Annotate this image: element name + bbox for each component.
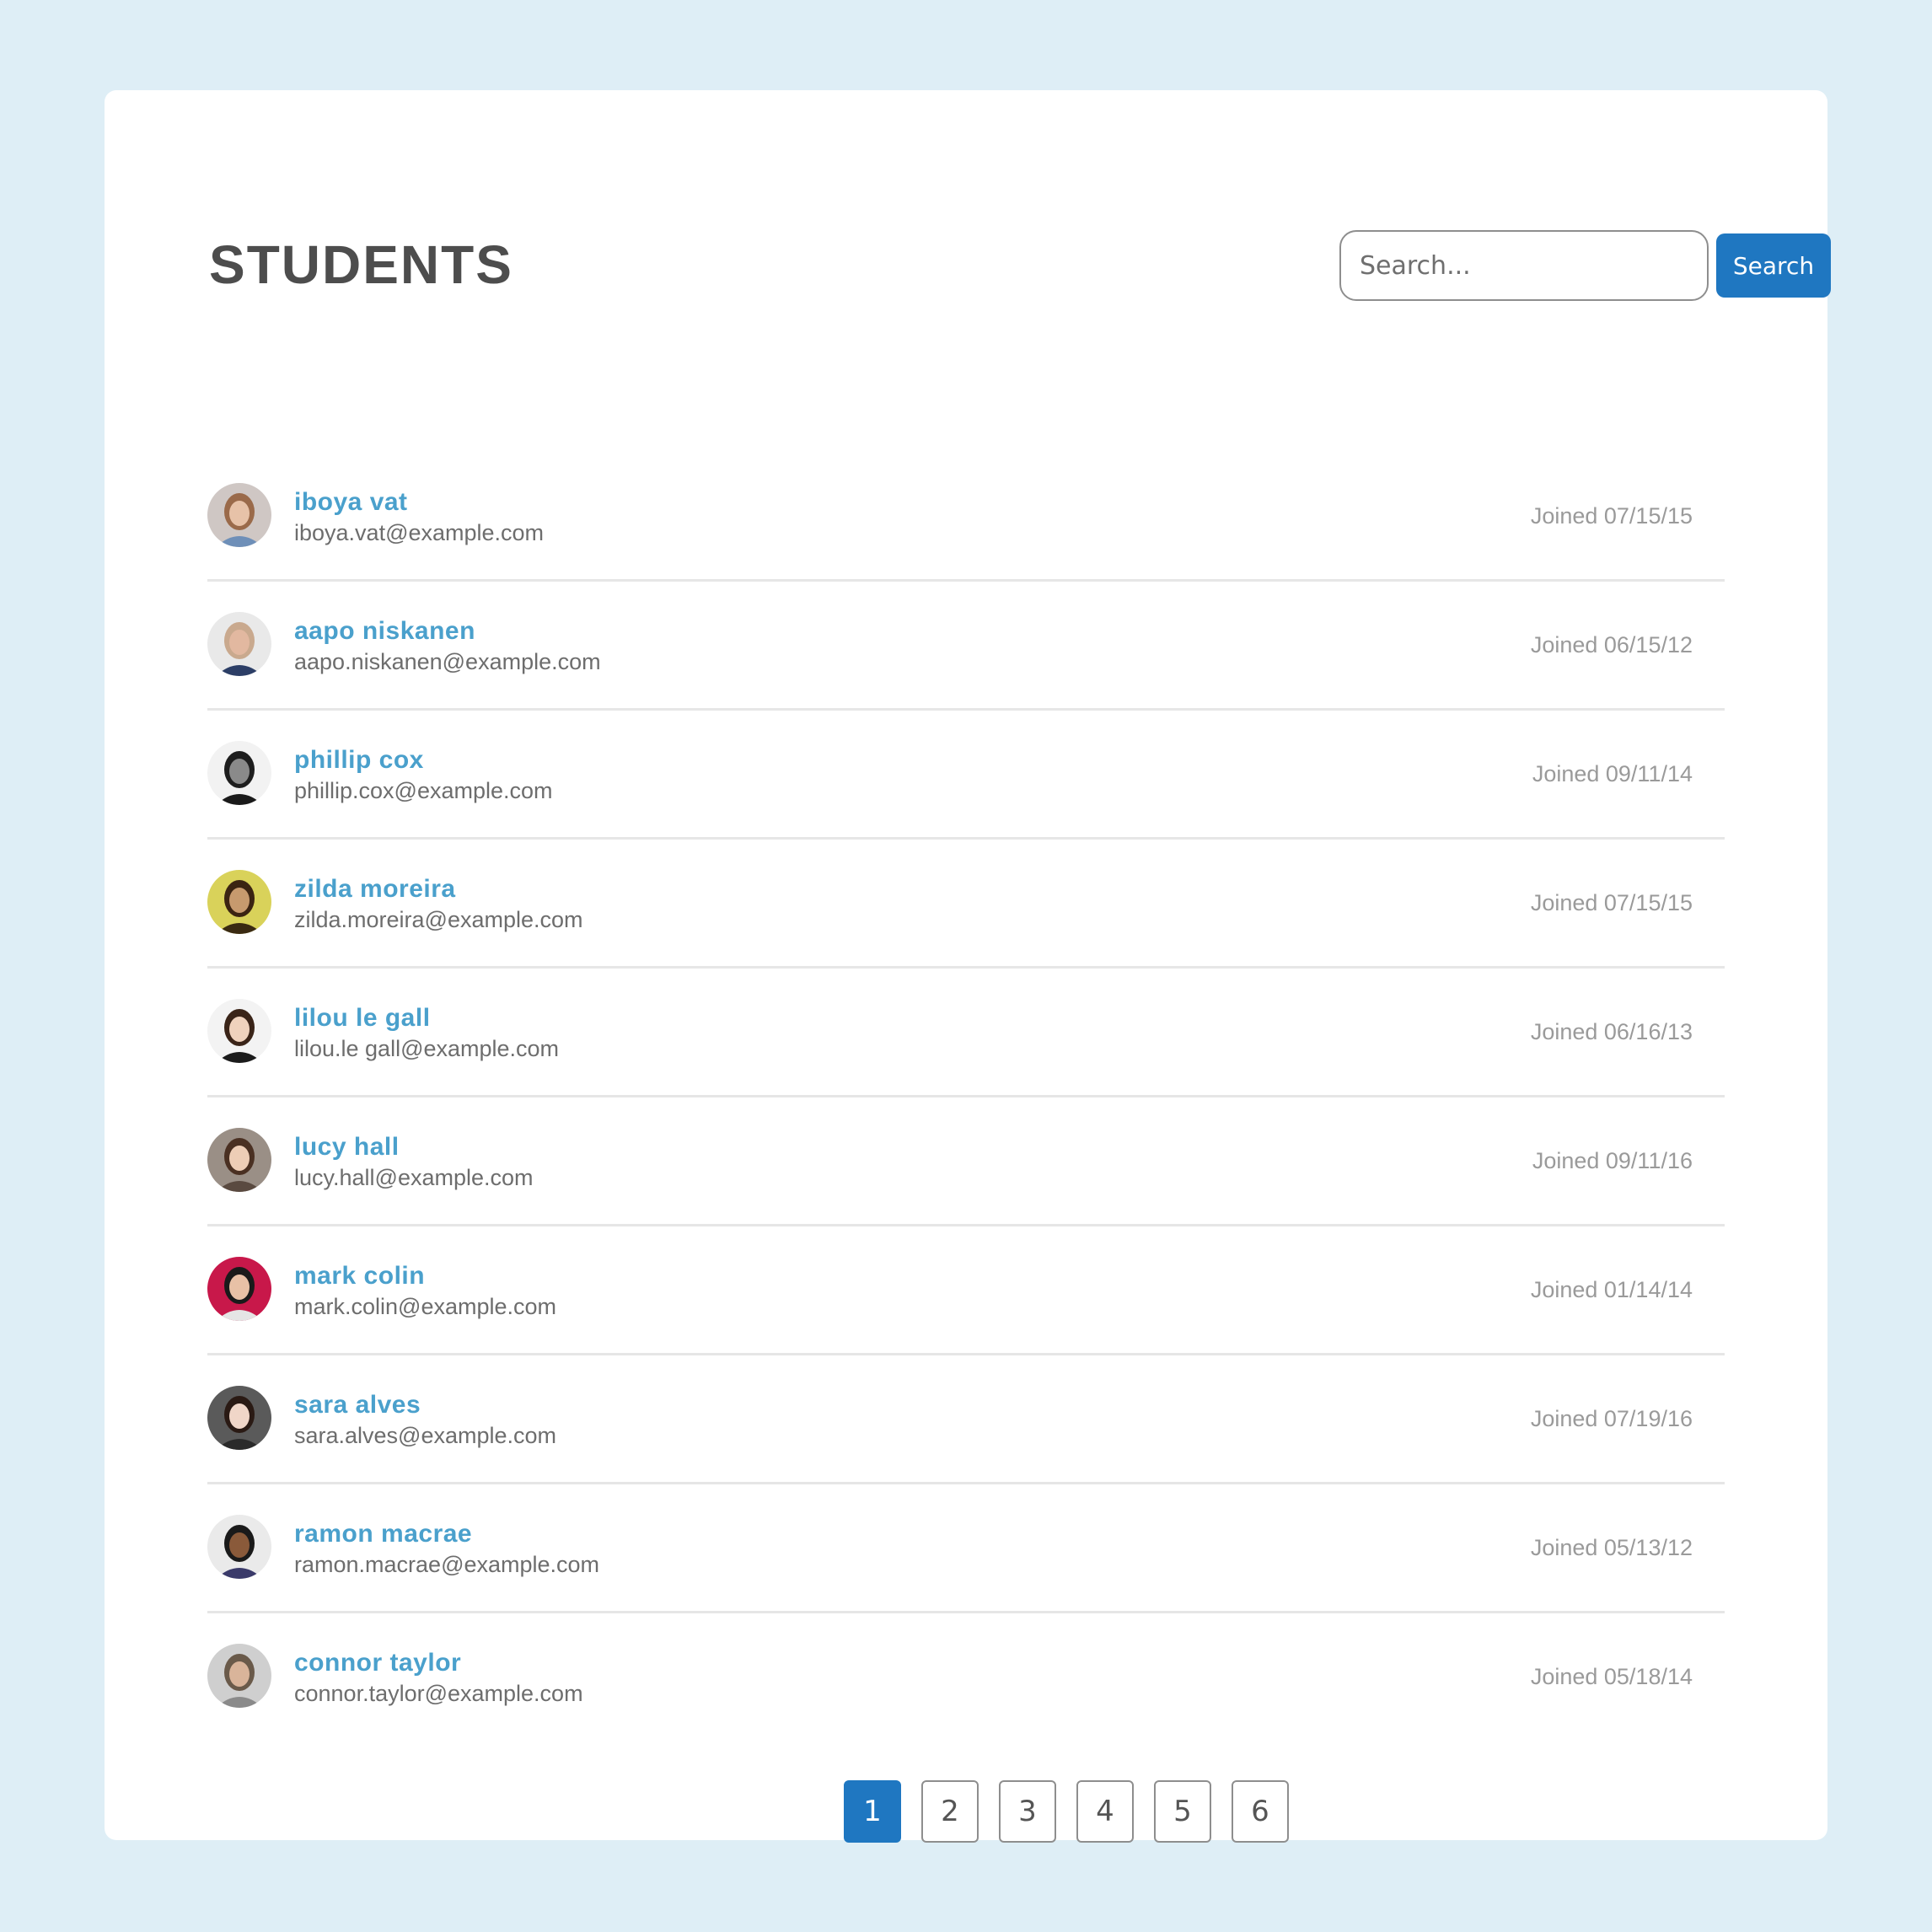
student-row[interactable]: phillip cox phillip.cox@example.com Joined…	[207, 711, 1725, 840]
student-name[interactable]: zilda moreira	[294, 875, 456, 904]
pagination: 123456	[844, 1780, 1289, 1843]
student-row[interactable]: iboya vat iboya.vat@example.com Joined 07/…	[207, 453, 1725, 582]
student-row[interactable]: connor taylor connor.taylor@example.com Jo…	[207, 1613, 1725, 1740]
joined-date: Joined 07/15/15	[1530, 503, 1693, 529]
avatar	[207, 1128, 271, 1192]
joined-date: Joined 05/13/12	[1530, 1535, 1693, 1560]
avatar	[207, 1257, 271, 1321]
student-email: lilou.le gall@example.com	[294, 1036, 560, 1061]
student-email: aapo.niskanen@example.com	[294, 649, 601, 674]
student-email: lucy.hall@example.com	[294, 1165, 534, 1190]
student-name[interactable]: ramon macrae	[294, 1520, 472, 1548]
page-button-2[interactable]: 2	[921, 1780, 979, 1843]
student-name[interactable]: iboya vat	[294, 488, 408, 517]
student-row[interactable]: lilou le gall lilou.le gall@example.com Jo…	[207, 969, 1725, 1097]
student-email: mark.colin@example.com	[294, 1294, 557, 1319]
joined-date: Joined 06/15/12	[1530, 632, 1693, 657]
student-email: phillip.cox@example.com	[294, 778, 553, 803]
student-name[interactable]: lucy hall	[294, 1133, 400, 1162]
page-button-6[interactable]: 6	[1232, 1780, 1289, 1843]
joined-date: Joined 09/11/14	[1532, 761, 1693, 786]
student-email: iboya.vat@example.com	[294, 520, 545, 545]
joined-date: Joined 07/19/16	[1530, 1406, 1693, 1431]
student-row[interactable]: zilda moreira zilda.moreira@example.com Jo…	[207, 840, 1725, 969]
student-email: ramon.macrae@example.com	[294, 1552, 600, 1577]
student-row[interactable]: lucy hall lucy.hall@example.com Joined 09/…	[207, 1097, 1725, 1226]
joined-date: Joined 07/15/15	[1530, 890, 1693, 915]
students-card: STUDENTS Search iboya vat iboya.vat@examp…	[105, 90, 1831, 1843]
student-email: sara.alves@example.com	[294, 1423, 557, 1448]
student-name[interactable]: sara alves	[294, 1391, 421, 1419]
page-button-5[interactable]: 5	[1154, 1780, 1211, 1843]
student-row[interactable]: ramon macrae ramon.macrae@example.com Join…	[207, 1484, 1725, 1613]
student-name[interactable]: mark colin	[294, 1262, 425, 1291]
student-row[interactable]: aapo niskanen aapo.niskanen@example.com Jo…	[207, 582, 1725, 711]
avatar	[207, 1515, 271, 1579]
student-email: connor.taylor@example.com	[294, 1681, 583, 1706]
student-name[interactable]: phillip cox	[294, 746, 424, 775]
student-list: iboya vat iboya.vat@example.com Joined 07/…	[207, 453, 1725, 1740]
avatar	[207, 483, 271, 547]
page-button-1[interactable]: 1	[844, 1780, 901, 1843]
avatar	[207, 741, 271, 805]
student-email: zilda.moreira@example.com	[294, 907, 583, 932]
joined-date: Joined 01/14/14	[1530, 1277, 1693, 1302]
student-name[interactable]: connor taylor	[294, 1649, 461, 1677]
avatar	[207, 999, 271, 1063]
avatar	[207, 1386, 271, 1450]
joined-date: Joined 09/11/16	[1532, 1148, 1693, 1173]
avatar	[207, 870, 271, 934]
page-button-4[interactable]: 4	[1076, 1780, 1134, 1843]
page-button-3[interactable]: 3	[999, 1780, 1056, 1843]
search-input[interactable]	[1339, 230, 1709, 301]
student-name[interactable]: lilou le gall	[294, 1004, 431, 1033]
page-title: STUDENTS	[209, 234, 513, 295]
student-name[interactable]: aapo niskanen	[294, 617, 475, 646]
joined-date: Joined 06/16/13	[1530, 1019, 1693, 1044]
search-button[interactable]: Search	[1716, 233, 1831, 298]
avatar	[207, 612, 271, 676]
joined-date: Joined 05/18/14	[1530, 1664, 1693, 1689]
avatar	[207, 1644, 271, 1708]
student-row[interactable]: mark colin mark.colin@example.com Joined 0…	[207, 1226, 1725, 1355]
student-row[interactable]: sara alves sara.alves@example.com Joined 0…	[207, 1355, 1725, 1484]
